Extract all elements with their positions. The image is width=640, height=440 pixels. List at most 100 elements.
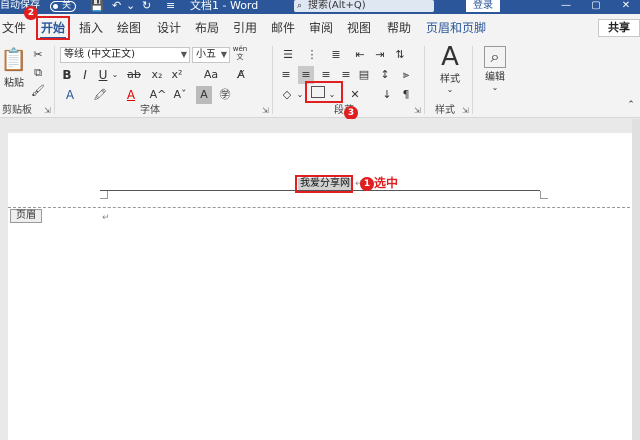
tab-draw[interactable]: 绘图	[114, 14, 144, 42]
divider	[424, 46, 425, 114]
title-bar: 自动保存 关 💾 ↶ ⌄ ↻ ≡ 文档1 - Word 搜索(Alt+Q) 登录…	[0, 0, 640, 14]
highlighter-icon: 🖍	[93, 88, 107, 101]
tab-references[interactable]: 引用	[230, 14, 260, 42]
login-button[interactable]: 登录	[466, 0, 500, 12]
vertical-scrollbar[interactable]	[632, 119, 640, 440]
tab-mailings[interactable]: 邮件	[268, 14, 298, 42]
redo-icon[interactable]: ↻	[142, 0, 151, 12]
tab-insert[interactable]: 插入	[76, 14, 106, 42]
margin-corner-right	[540, 191, 548, 199]
share-button[interactable]: 共享	[598, 19, 640, 37]
select-callout: 选中	[374, 176, 399, 190]
paragraph-mark: ↵	[102, 213, 110, 223]
phonetic-guide-icon[interactable]: wén 文	[232, 45, 248, 63]
font-size-select[interactable]: 小五 ▼	[192, 47, 230, 63]
tab-file[interactable]: 文件	[0, 14, 28, 42]
char-shading-button[interactable]: A	[196, 86, 212, 104]
chevron-down-icon[interactable]: ⌄	[296, 86, 304, 104]
search-icon: ⌕	[484, 46, 506, 68]
decrease-indent-icon[interactable]: ⇤	[352, 46, 368, 64]
tab-view[interactable]: 视图	[344, 14, 374, 42]
underline-button[interactable]: U	[96, 66, 110, 84]
styles-button[interactable]: A 样式 ⌄	[432, 44, 468, 94]
asian-layout-icon[interactable]: ⫸	[398, 66, 414, 84]
collapse-ribbon-icon[interactable]: ⌃	[624, 96, 638, 114]
text-effects-button[interactable]: A	[60, 86, 80, 104]
header-text-highlight	[295, 175, 353, 193]
tab-help[interactable]: 帮助	[384, 14, 414, 42]
chevron-down-icon: ▼	[180, 50, 187, 59]
font-size-value: 小五	[196, 49, 216, 60]
copy-icon[interactable]: ⧉	[30, 64, 46, 82]
format-painter-icon[interactable]: 🖌	[30, 82, 46, 100]
tab-layout[interactable]: 布局	[192, 14, 222, 42]
close-button[interactable]: ✕	[616, 0, 636, 12]
borders-highlight	[305, 81, 343, 103]
editing-button[interactable]: ⌕ 编辑 ⌄	[480, 46, 510, 92]
minimize-button[interactable]: —	[556, 0, 576, 12]
font-group-label: 字体	[140, 105, 160, 116]
cut-icon[interactable]: ✂	[30, 46, 46, 64]
ribbon: 📋 粘贴 ✂ ⧉ 🖌 剪贴板 ⇲ 等线 (中文正文) ▼ 小五 ▼ wén 文 B…	[0, 42, 640, 118]
italic-button[interactable]: I	[78, 66, 92, 84]
change-case-button[interactable]: Aa	[194, 66, 228, 84]
clipboard-launcher-icon[interactable]: ⇲	[44, 106, 51, 115]
divider	[54, 46, 55, 114]
grow-font-button[interactable]: A^	[148, 86, 168, 104]
document-area: 我爱分享网 ↵ 1 选中 页眉 ↵	[0, 119, 640, 440]
tab-header-footer[interactable]: 页眉和页脚	[424, 14, 488, 42]
document-page[interactable]: 我爱分享网 ↵ 1 选中 页眉 ↵	[8, 133, 640, 440]
autosave-toggle[interactable]: 关	[50, 1, 76, 12]
bullets-icon[interactable]: ☰	[278, 46, 298, 64]
sort-icon[interactable]: ⇅	[392, 46, 408, 64]
styles-label: 样式	[440, 74, 460, 85]
strikethrough-button[interactable]: ab	[124, 66, 144, 84]
clear-format-icon[interactable]: A̸	[232, 66, 250, 84]
autosave-state: 关	[62, 1, 72, 11]
header-boundary	[8, 207, 640, 208]
bold-button[interactable]: B	[60, 66, 74, 84]
undo-icon[interactable]: ↶	[112, 0, 121, 12]
font-launcher-icon[interactable]: ⇲	[262, 106, 269, 115]
align-left-icon[interactable]: ≡	[278, 66, 294, 84]
font-name-select[interactable]: 等线 (中文正文) ▼	[60, 47, 190, 63]
undo-dropdown-icon[interactable]: ⌄	[126, 0, 135, 12]
tab-review[interactable]: 审阅	[306, 14, 336, 42]
chevron-down-icon[interactable]: ⌄	[110, 66, 120, 84]
increase-indent-icon[interactable]: ⇥	[372, 46, 388, 64]
customize-qat-icon[interactable]: ≡	[166, 0, 175, 12]
font-color-button[interactable]: A	[122, 86, 140, 104]
line-spacing-icon[interactable]: ↕	[376, 66, 394, 84]
enclose-char-button[interactable]: ㊫	[216, 86, 234, 104]
numbering-icon[interactable]: ⋮	[302, 46, 322, 64]
highlight-button[interactable]: 🖍	[90, 86, 110, 104]
home-tab-highlight	[36, 16, 70, 40]
divider	[472, 46, 473, 114]
paragraph-launcher-icon[interactable]: ⇲	[414, 106, 421, 115]
distributed-icon[interactable]: ▤	[356, 66, 372, 84]
step-2-badge: 2	[24, 6, 38, 20]
header-tag[interactable]: 页眉	[10, 209, 42, 223]
show-marks-icon[interactable]: ¶	[398, 86, 414, 104]
clipboard-group-label: 剪贴板	[2, 105, 32, 116]
paste-button[interactable]: 📋 粘贴	[0, 48, 28, 89]
shrink-font-button[interactable]: Aˇ	[170, 86, 190, 104]
editing-label: 编辑	[485, 72, 505, 83]
ribbon-tabs: 文件 开始 插入 绘图 设计 布局 引用 邮件 审阅 视图 帮助 页眉和页脚 共…	[0, 14, 640, 42]
styles-group-label: 样式	[435, 105, 455, 116]
search-box[interactable]: 搜索(Alt+Q)	[294, 0, 434, 12]
chinese-layout-icon[interactable]: ✕	[346, 86, 364, 104]
subscript-button[interactable]: x₂	[148, 66, 166, 84]
restore-button[interactable]: ▢	[586, 0, 606, 12]
shading-icon[interactable]: ◇	[278, 86, 296, 104]
multilevel-list-icon[interactable]: ≣	[326, 46, 346, 64]
document-title: 文档1 - Word	[190, 0, 259, 12]
paste-label: 粘贴	[4, 78, 24, 89]
styles-launcher-icon[interactable]: ⇲	[462, 106, 469, 115]
superscript-button[interactable]: x²	[168, 66, 186, 84]
chevron-down-icon: ▼	[220, 50, 227, 59]
sort-text-icon[interactable]: ↓	[378, 86, 396, 104]
tab-design[interactable]: 设计	[154, 14, 184, 42]
save-icon[interactable]: 💾	[90, 0, 104, 12]
paste-icon: 📋	[0, 48, 28, 73]
